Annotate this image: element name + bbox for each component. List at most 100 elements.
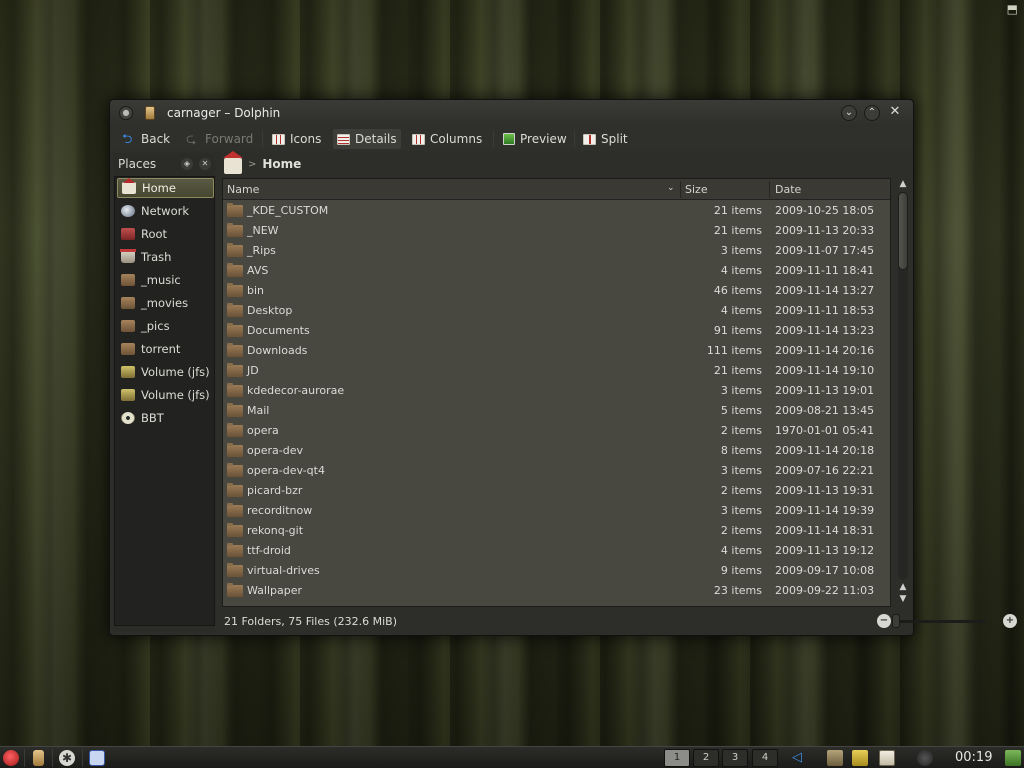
places-item[interactable]: _movies [117, 293, 214, 313]
file-row[interactable]: ttf-droid 4 items 2009-11-13 19:12 [223, 541, 890, 561]
file-date: 2009-11-11 18:53 [775, 304, 875, 317]
file-row[interactable]: rekonq-git 2 items 2009-11-14 18:31 [223, 521, 890, 541]
file-row[interactable]: Desktop 4 items 2009-11-11 18:53 [223, 301, 890, 321]
file-row[interactable]: AVS 4 items 2009-11-11 18:41 [223, 261, 890, 281]
file-row[interactable]: opera 2 items 1970-01-01 05:41 [223, 421, 890, 441]
places-item[interactable]: Home [117, 178, 214, 198]
file-row[interactable]: Downloads 111 items 2009-11-14 20:16 [223, 341, 890, 361]
window-title: carnager – Dolphin [167, 106, 281, 120]
document-icon[interactable] [89, 750, 105, 766]
file-row[interactable]: Documents 91 items 2009-11-14 13:23 [223, 321, 890, 341]
scroll-thumb[interactable] [898, 192, 908, 270]
notifications-icon[interactable] [1005, 750, 1021, 766]
file-row[interactable]: recorditnow 3 items 2009-11-14 19:39 [223, 501, 890, 521]
column-size-header[interactable]: Size [685, 183, 708, 196]
settings-gear-icon[interactable]: ✱ [59, 750, 75, 766]
bluetooth-icon[interactable]: ◁ [792, 750, 808, 766]
clock[interactable]: 00:19 [955, 750, 992, 765]
device-notifier-icon[interactable] [827, 750, 843, 766]
panel-close-button[interactable]: ✕ [199, 158, 211, 170]
desktop-toolbox-icon[interactable]: ⬒ [1007, 2, 1018, 16]
icons-view-button[interactable]: Icons [268, 129, 325, 149]
places-item-label: BBT [141, 411, 164, 425]
places-item[interactable]: Network [117, 201, 214, 221]
pager-desktop-3[interactable]: 3 [722, 749, 748, 767]
split-button[interactable]: Split [579, 129, 632, 149]
breadcrumb-current[interactable]: Home [262, 157, 301, 171]
close-button[interactable]: ✕ [887, 105, 903, 121]
forward-button[interactable]: Forward [182, 129, 257, 152]
minimize-button[interactable]: ⌄ [841, 105, 857, 121]
window-menu-button[interactable]: ● [119, 106, 133, 120]
pager-desktop-4[interactable]: 4 [752, 749, 778, 767]
taskbar: ✱ 1 2 3 4 ◁ 00:19 [0, 746, 1024, 768]
places-item[interactable]: BBT [117, 408, 214, 428]
column-date-header[interactable]: Date [775, 183, 801, 196]
column-divider[interactable] [680, 181, 681, 198]
details-view-button[interactable]: Details [333, 129, 401, 149]
columns-view-button[interactable]: Columns [408, 129, 486, 149]
column-name-header[interactable]: Name [227, 183, 259, 196]
folder-icon [227, 563, 243, 577]
file-row[interactable]: Mail 5 items 2009-08-21 13:45 [223, 401, 890, 421]
places-item[interactable]: Volume (jfs) [117, 385, 214, 405]
icons-label: Icons [290, 132, 322, 146]
info-icon[interactable] [917, 750, 933, 766]
file-size: 5 items [720, 404, 762, 417]
preview-button[interactable]: Preview [499, 129, 571, 149]
zoom-out-icon[interactable]: − [877, 614, 891, 628]
places-item-label: _movies [141, 296, 189, 310]
sort-descending-icon[interactable]: ⌄ [667, 183, 675, 193]
file-row[interactable]: Wallpaper 23 items 2009-09-22 11:03 [223, 581, 890, 601]
places-item[interactable]: Volume (jfs) [117, 362, 214, 382]
title-bar[interactable]: ● carnager – Dolphin ⌄ ⌃ ✕ [110, 100, 913, 127]
zoom-slider-track[interactable] [896, 620, 986, 623]
forward-label: Forward [205, 132, 254, 146]
file-row[interactable]: opera-dev-qt4 3 items 2009-07-16 22:21 [223, 461, 890, 481]
zoom-in-icon[interactable]: + [1003, 614, 1017, 628]
vertical-scrollbar[interactable]: ▲ ▲ ▼ [896, 178, 910, 607]
places-item[interactable]: Trash [117, 247, 214, 267]
file-size: 21 items [713, 224, 762, 237]
file-row[interactable]: kdedecor-aurorae 3 items 2009-11-13 19:01 [223, 381, 890, 401]
scroll-up-arrow-icon[interactable]: ▲ [896, 581, 910, 593]
file-row[interactable]: opera-dev 8 items 2009-11-14 20:18 [223, 441, 890, 461]
zoom-slider-handle[interactable] [892, 614, 900, 628]
panel-float-button[interactable]: ◈ [181, 158, 193, 170]
clipboard-icon[interactable] [879, 750, 895, 766]
file-row[interactable]: virtual-drives 9 items 2009-09-17 10:08 [223, 561, 890, 581]
places-item[interactable]: torrent [117, 339, 214, 359]
file-name: Desktop [247, 304, 293, 317]
folder-icon [227, 583, 243, 597]
file-row[interactable]: _KDE_CUSTOM 21 items 2009-10-25 18:05 [223, 201, 890, 221]
scroll-up-arrow-icon[interactable]: ▲ [896, 178, 910, 190]
dolphin-task-icon[interactable] [33, 750, 44, 766]
file-name: JD [247, 364, 259, 377]
file-row[interactable]: bin 46 items 2009-11-14 13:27 [223, 281, 890, 301]
file-row[interactable]: picard-bzr 2 items 2009-11-13 19:31 [223, 481, 890, 501]
back-button[interactable]: Back [118, 129, 174, 152]
folder-icon [121, 320, 135, 332]
places-item[interactable]: Root [117, 224, 214, 244]
scroll-track[interactable] [898, 192, 908, 580]
folder-icon [227, 523, 243, 537]
folder-icon [227, 263, 243, 277]
app-launcher-icon[interactable] [3, 750, 19, 766]
home-icon [122, 178, 136, 194]
scroll-down-arrow-icon[interactable]: ▼ [896, 593, 910, 605]
maximize-button[interactable]: ⌃ [864, 105, 880, 121]
klipper-icon[interactable] [852, 750, 868, 766]
column-divider[interactable] [769, 181, 770, 198]
file-row[interactable]: _Rips 3 items 2009-11-07 17:45 [223, 241, 890, 261]
file-row[interactable]: JD 21 items 2009-11-14 19:10 [223, 361, 890, 381]
pager-desktop-1[interactable]: 1 [664, 749, 690, 767]
places-item[interactable]: _pics [117, 316, 214, 336]
file-size: 46 items [713, 284, 762, 297]
pager-desktop-2[interactable]: 2 [693, 749, 719, 767]
folder-icon [121, 274, 135, 286]
folder-icon [121, 297, 135, 309]
home-icon[interactable] [223, 150, 243, 174]
file-row[interactable]: _NEW 21 items 2009-11-13 20:33 [223, 221, 890, 241]
places-item[interactable]: _music [117, 270, 214, 290]
file-name: opera-dev [247, 444, 303, 457]
